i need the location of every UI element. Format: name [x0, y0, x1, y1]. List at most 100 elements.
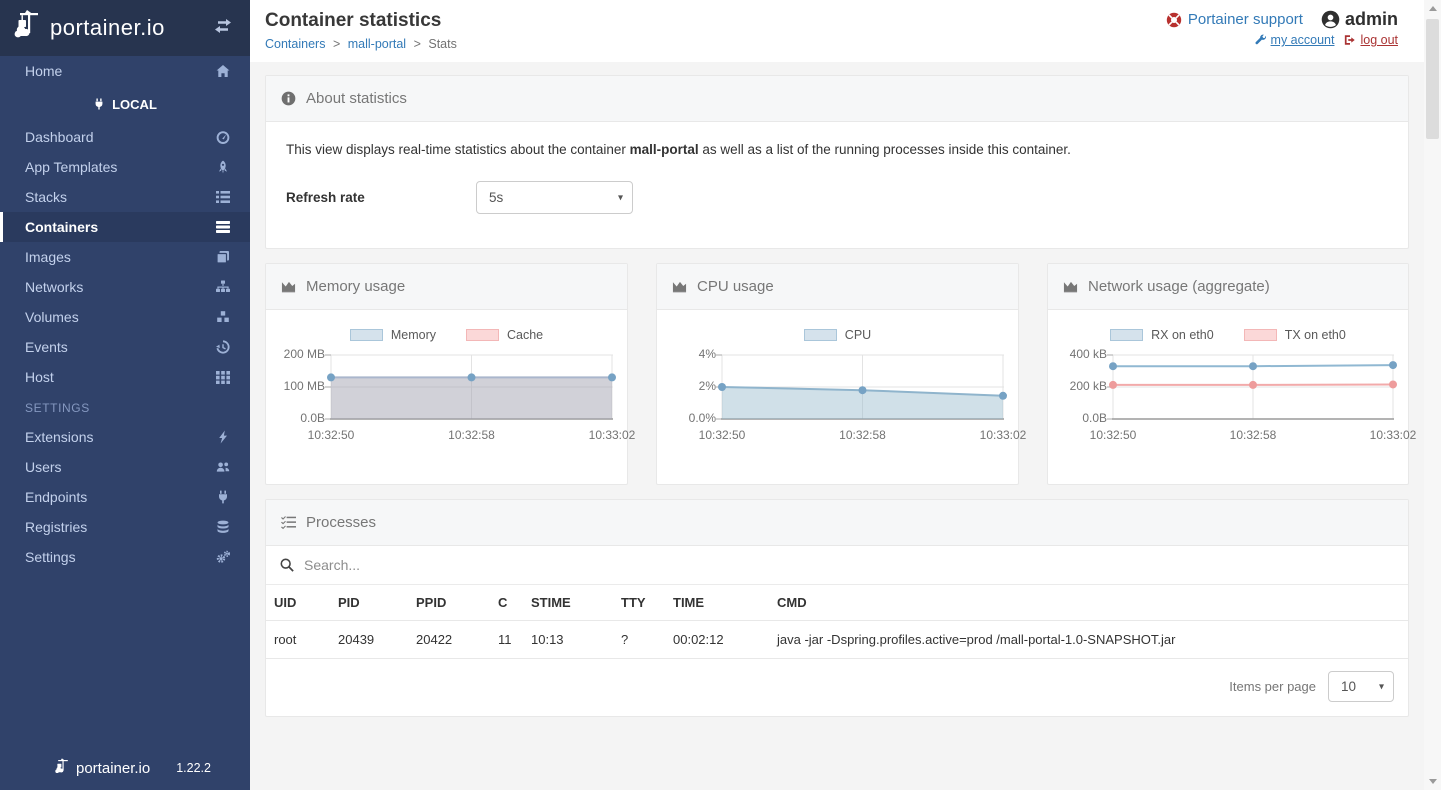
tachometer-icon: [216, 130, 230, 144]
sidebar-item-events[interactable]: Events: [0, 332, 250, 362]
column-header-c[interactable]: C: [490, 585, 523, 621]
table-header-row: UID PID PPID C STIME TTY TIME CMD: [266, 585, 1408, 621]
column-header-tty[interactable]: TTY: [613, 585, 665, 621]
items-per-page-select[interactable]: 10 ▾: [1328, 671, 1394, 702]
portainer-logo-icon-small: [55, 758, 71, 778]
sidebar-item-images[interactable]: Images: [0, 242, 250, 272]
about-description: This view displays real-time statistics …: [286, 142, 1388, 157]
portainer-support-link[interactable]: Portainer support: [1166, 11, 1303, 28]
processes-table: UID PID PPID C STIME TTY TIME CMD root 2…: [266, 585, 1408, 659]
log-out-link[interactable]: log out: [1344, 33, 1398, 47]
database-icon: [216, 520, 230, 534]
x-axis-tick-label: 10:32:50: [699, 428, 746, 442]
my-account-link[interactable]: my account: [1255, 33, 1335, 47]
main-area: Container statistics Containers > mall-p…: [250, 0, 1424, 790]
area-chart-icon: [672, 279, 687, 294]
charts-row: Memory usage MemoryCache 0.0B100 MB200 M…: [265, 263, 1409, 485]
sidebar-section-settings: SETTINGS: [0, 392, 250, 422]
column-header-cmd[interactable]: CMD: [769, 585, 1408, 621]
sidebar-item-containers[interactable]: Containers: [0, 212, 250, 242]
x-axis-tick-label: 10:32:58: [448, 428, 495, 442]
area-chart-icon: [1063, 279, 1078, 294]
chart-plot: [721, 351, 1004, 423]
y-axis-tick-label: 100 MB: [280, 379, 325, 393]
chart-legend: RX on eth0TX on eth0: [1062, 328, 1394, 342]
sidebar-item-label: Endpoints: [25, 489, 87, 505]
refresh-rate-label: Refresh rate: [286, 190, 476, 205]
refresh-rate-select[interactable]: 5s ▾: [476, 181, 633, 214]
sidebar-item-endpoints[interactable]: Endpoints: [0, 482, 250, 512]
x-axis-tick-label: 10:32:50: [308, 428, 355, 442]
processes-search: [266, 546, 1408, 585]
column-header-time[interactable]: TIME: [665, 585, 769, 621]
x-axis-tick-label: 10:32:50: [1090, 428, 1137, 442]
app-title: portainer.io: [50, 15, 165, 41]
legend-label: Memory: [391, 328, 436, 342]
user-menu[interactable]: admin: [1321, 9, 1398, 30]
column-header-ppid[interactable]: PPID: [408, 585, 490, 621]
y-axis-tick-label: 200 MB: [280, 347, 325, 361]
y-axis-tick-label: 0.0%: [671, 411, 716, 425]
y-axis-tick-label: 0.0B: [280, 411, 325, 425]
endpoint-switcher[interactable]: LOCAL: [0, 88, 250, 120]
search-input[interactable]: [302, 556, 1394, 574]
scroll-down-arrow[interactable]: [1424, 773, 1441, 790]
scroll-up-arrow[interactable]: [1424, 0, 1441, 17]
gears-icon: [216, 550, 230, 564]
chart-legend: CPU: [671, 328, 1004, 342]
my-account-label: my account: [1271, 33, 1335, 47]
legend-swatch: [804, 329, 837, 341]
sidebar-item-volumes[interactable]: Volumes: [0, 302, 250, 332]
scrollbar-thumb[interactable]: [1426, 19, 1439, 139]
column-header-stime[interactable]: STIME: [523, 585, 613, 621]
sidebar-item-label: Registries: [25, 519, 87, 535]
legend-label: RX on eth0: [1151, 328, 1214, 342]
legend-item: RX on eth0: [1110, 328, 1214, 342]
sidebar-item-label: Home: [25, 63, 62, 79]
sidebar-item-label: Networks: [25, 279, 83, 295]
life-ring-icon: [1166, 12, 1182, 28]
y-axis-tick-label: 0.0B: [1062, 411, 1107, 425]
breadcrumb-separator: >: [414, 37, 421, 51]
page-scrollbar[interactable]: [1424, 0, 1441, 790]
grid-icon: [216, 370, 230, 384]
breadcrumb-current: Stats: [428, 37, 457, 51]
sidebar-item-dashboard[interactable]: Dashboard: [0, 122, 250, 152]
chart-plot: [1112, 351, 1394, 423]
list-icon: [216, 190, 230, 204]
history-icon: [216, 340, 230, 354]
processes-panel: Processes UID PID PPID C STIME TTY: [265, 499, 1409, 717]
sidebar-item-registries[interactable]: Registries: [0, 512, 250, 542]
log-out-label: log out: [1360, 33, 1398, 47]
column-header-pid[interactable]: PID: [330, 585, 408, 621]
chart-legend: MemoryCache: [280, 328, 613, 342]
sidebar-item-networks[interactable]: Networks: [0, 272, 250, 302]
sidebar-item-settings[interactable]: Settings: [0, 542, 250, 572]
portainer-logo-icon: [14, 10, 44, 46]
about-statistics-panel: About statistics This view displays real…: [265, 75, 1409, 249]
x-axis-tick-label: 10:33:02: [980, 428, 1027, 442]
memory-usage-chart: MemoryCache 0.0B 100 MB 200 MB 10:32:50 10:3…: [266, 310, 627, 449]
sidebar-item-host[interactable]: Host: [0, 362, 250, 392]
refresh-rate-value: 5s: [489, 190, 503, 205]
breadcrumb-separator: >: [333, 37, 340, 51]
column-header-uid[interactable]: UID: [266, 585, 330, 621]
x-axis-tick-label: 10:32:58: [839, 428, 886, 442]
breadcrumb-containers-link[interactable]: Containers: [265, 37, 325, 51]
sidebar-logo[interactable]: portainer.io: [0, 0, 250, 56]
sidebar-item-users[interactable]: Users: [0, 452, 250, 482]
legend-item: CPU: [804, 328, 871, 342]
sidebar-item-home[interactable]: Home: [0, 56, 250, 86]
sidebar-collapse-icon[interactable]: [212, 18, 234, 39]
legend-label: CPU: [845, 328, 871, 342]
tasks-icon: [281, 515, 296, 530]
footer-version: 1.22.2: [176, 761, 211, 775]
user-circle-icon: [1321, 10, 1340, 29]
server-icon: [216, 220, 230, 234]
sidebar-item-app-templates[interactable]: App Templates: [0, 152, 250, 182]
sidebar-item-extensions[interactable]: Extensions: [0, 422, 250, 452]
container-name: mall-portal: [630, 142, 699, 157]
plug-icon: [216, 490, 230, 504]
breadcrumb-container-link[interactable]: mall-portal: [348, 37, 406, 51]
sidebar-item-stacks[interactable]: Stacks: [0, 182, 250, 212]
